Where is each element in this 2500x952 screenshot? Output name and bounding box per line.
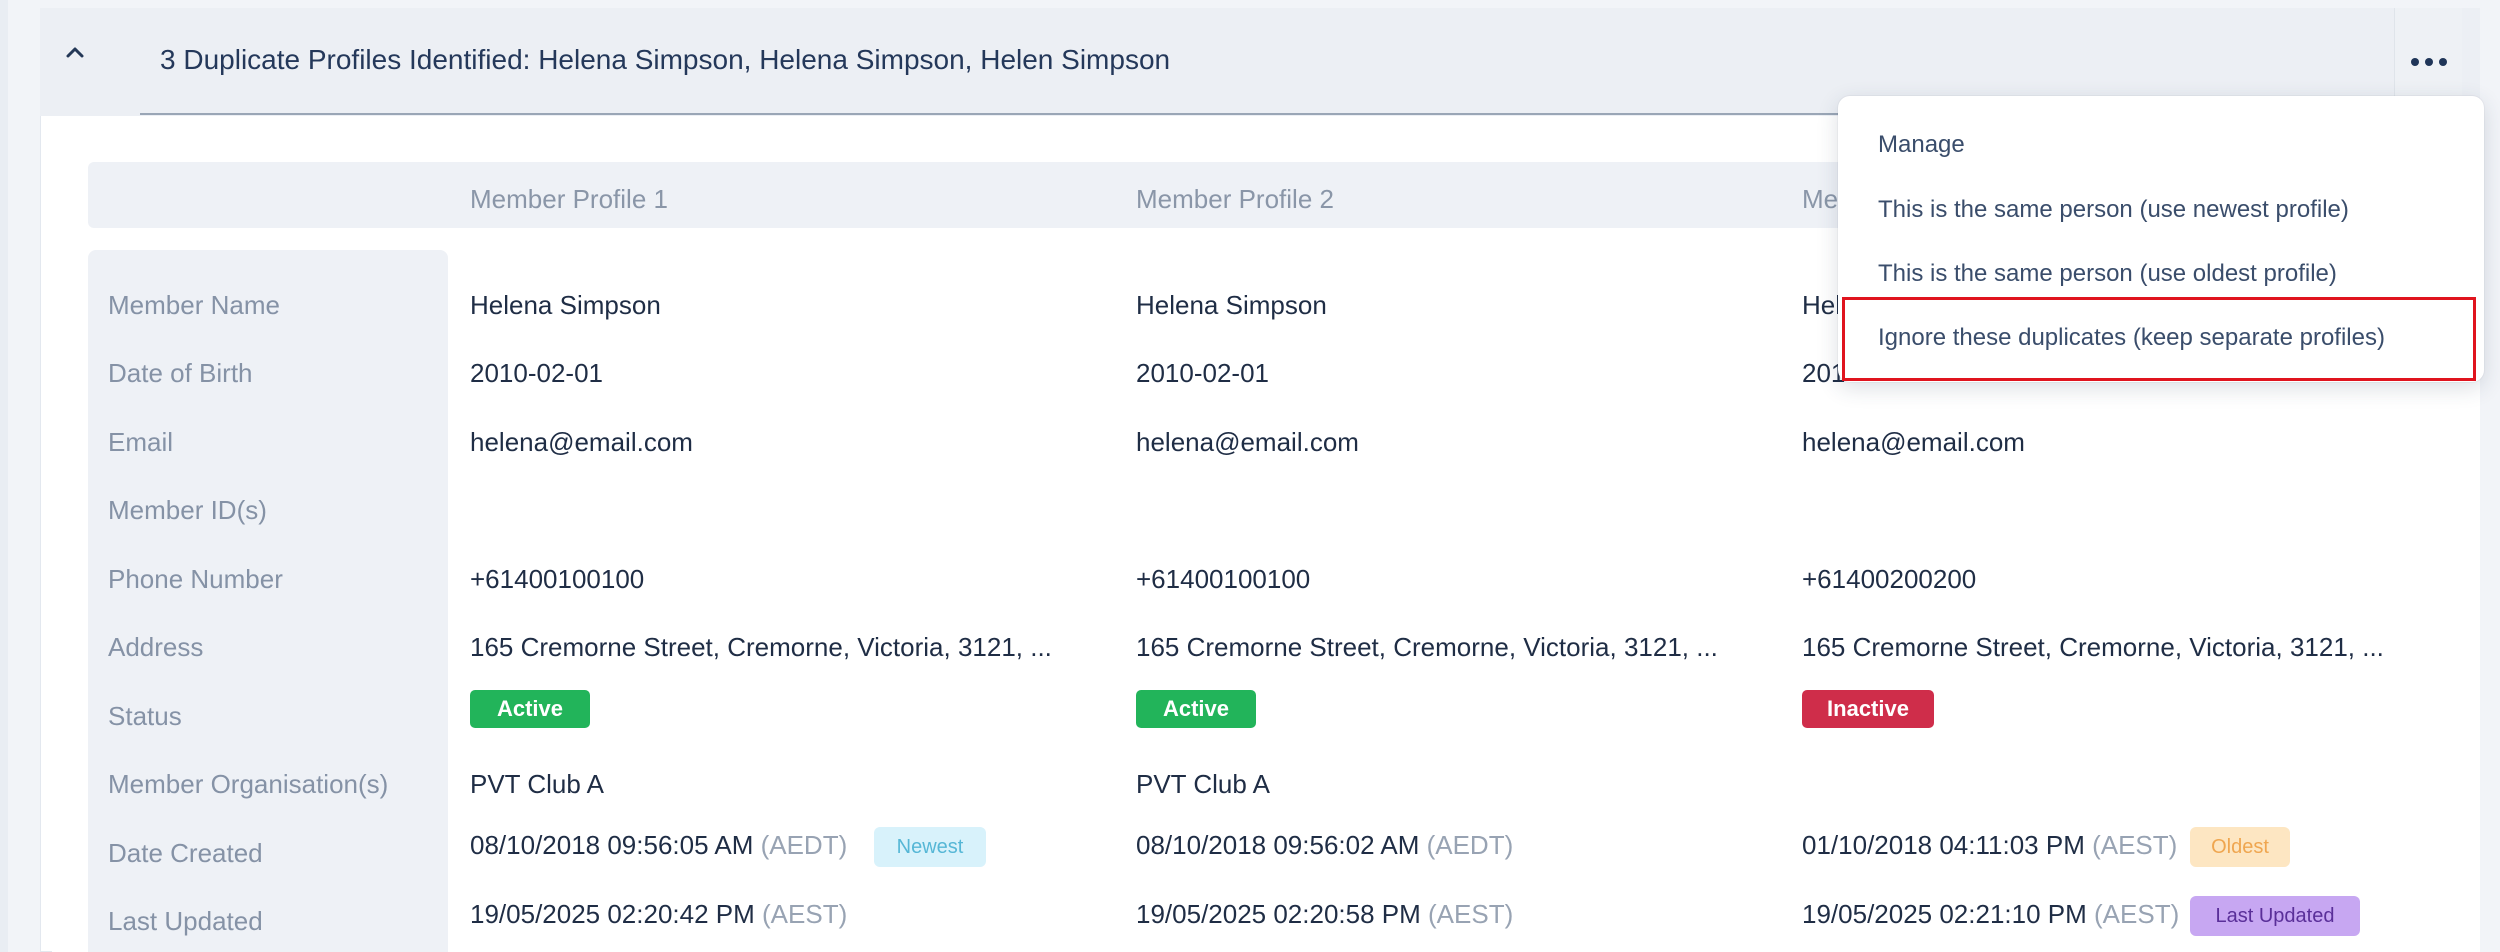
- label-status: Status: [108, 701, 182, 731]
- duplicate-profiles-page: 3 Duplicate Profiles Identified: Helena …: [0, 0, 2500, 952]
- menu-item-manage[interactable]: Manage: [1878, 131, 1965, 159]
- label-address: Address: [108, 632, 204, 662]
- profile-2-organisation: PVT Club A: [1136, 769, 1270, 799]
- profile-3-created-tz: (AEST): [2092, 830, 2178, 860]
- profile-1-status-badge: Active: [470, 690, 590, 728]
- profile-3-address: 165 Cremorne Street, Cremorne, Victoria,…: [1802, 632, 2384, 662]
- profile-2-created-value: 08/10/2018 09:56:02 AM: [1136, 830, 1420, 860]
- profile-1-date-created: 08/10/2018 09:56:05 AM (AEDT): [470, 830, 847, 861]
- profile-1-last-updated: 19/05/2025 02:20:42 PM (AEST): [470, 899, 847, 930]
- profile-3-updated-value: 19/05/2025 02:21:10 PM: [1802, 899, 2087, 929]
- profile-2-created-tz: (AEDT): [1426, 830, 1514, 860]
- profile-3-date-created: 01/10/2018 04:11:03 PM (AEST): [1802, 830, 2177, 861]
- profile-1-organisation: PVT Club A: [470, 769, 604, 799]
- chevron-up-icon[interactable]: [62, 40, 88, 66]
- menu-item-use-oldest-profile[interactable]: This is the same person (use oldest prof…: [1878, 260, 2337, 288]
- profile-1-updated-value: 19/05/2025 02:20:42 PM: [470, 899, 755, 929]
- profile-3-name: Hel: [1802, 290, 1842, 320]
- oldest-tag: Oldest: [2190, 827, 2290, 867]
- profile-2-status-badge: Active: [1136, 690, 1256, 728]
- menu-item-ignore-duplicates[interactable]: Ignore these duplicates (keep separate p…: [1878, 324, 2385, 352]
- profile-3-last-updated: 19/05/2025 02:21:10 PM (AEST): [1802, 899, 2179, 930]
- profile-2-name: Helena Simpson: [1136, 290, 1327, 320]
- profile-1-created-tz: (AEDT): [760, 830, 848, 860]
- profile-2-dob: 2010-02-01: [1136, 358, 1269, 388]
- profile-2-address: 165 Cremorne Street, Cremorne, Victoria,…: [1136, 632, 1718, 662]
- profile-1-created-value: 08/10/2018 09:56:05 AM: [470, 830, 754, 860]
- column-header-2: Member Profile 2: [1136, 184, 1334, 214]
- profile-1-phone: +61400100100: [470, 564, 645, 594]
- label-date-created: Date Created: [108, 838, 263, 868]
- newest-tag: Newest: [874, 827, 986, 867]
- label-email: Email: [108, 427, 174, 457]
- profile-2-email: helena@email.com: [1136, 427, 1359, 457]
- profile-1-updated-tz: (AEST): [762, 899, 848, 929]
- label-member-name: Member Name: [108, 290, 280, 320]
- profile-3-phone: +61400200200: [1802, 564, 1977, 594]
- left-border: [0, 0, 8, 952]
- profile-3-updated-tz: (AEST): [2094, 899, 2180, 929]
- more-horizontal-icon: [2410, 58, 2447, 66]
- profile-2-last-updated: 19/05/2025 02:20:58 PM (AEST): [1136, 899, 1513, 930]
- profile-2-updated-value: 19/05/2025 02:20:58 PM: [1136, 899, 1421, 929]
- panel-title: 3 Duplicate Profiles Identified: Helena …: [160, 44, 1171, 75]
- profile-1-email: helena@email.com: [470, 427, 693, 457]
- profile-3-created-value: 01/10/2018 04:11:03 PM: [1802, 830, 2085, 860]
- last-updated-tag: Last Updated: [2190, 896, 2360, 936]
- profile-2-updated-tz: (AEST): [1428, 899, 1514, 929]
- label-member-organisations: Member Organisation(s): [108, 769, 389, 799]
- column-header-1: Member Profile 1: [470, 184, 668, 214]
- label-date-of-birth: Date of Birth: [108, 358, 253, 388]
- profile-1-address: 165 Cremorne Street, Cremorne, Victoria,…: [470, 632, 1052, 662]
- profile-2-phone: +61400100100: [1136, 564, 1311, 594]
- profile-3-status-badge: Inactive: [1802, 690, 1934, 728]
- profile-2-date-created: 08/10/2018 09:56:02 AM (AEDT): [1136, 830, 1513, 861]
- profile-1-dob: 2010-02-01: [470, 358, 603, 388]
- profile-3-email: helena@email.com: [1802, 427, 2025, 457]
- label-phone-number: Phone Number: [108, 564, 283, 594]
- label-member-ids: Member ID(s): [108, 495, 267, 525]
- profile-1-name: Helena Simpson: [470, 290, 661, 320]
- label-last-updated: Last Updated: [108, 906, 263, 936]
- menu-item-use-newest-profile[interactable]: This is the same person (use newest prof…: [1878, 196, 2349, 224]
